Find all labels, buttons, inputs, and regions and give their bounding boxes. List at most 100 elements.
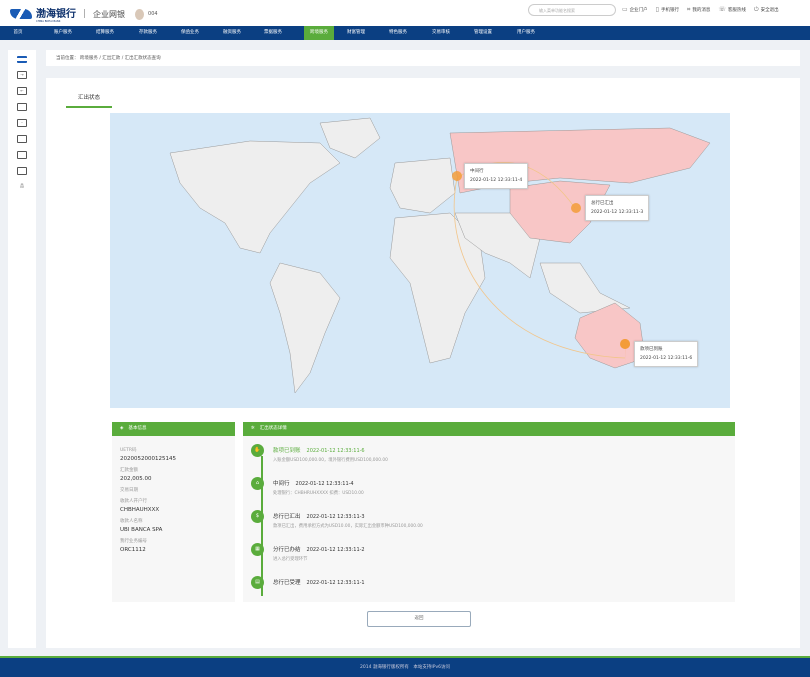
- nav-wealth[interactable]: 财富管理: [341, 26, 371, 40]
- field-label: 收款人名称: [120, 519, 143, 524]
- world-map[interactable]: 中间行 2022-01-12 12:33:11-4 总行已汇出 2022-01-12…: [110, 113, 730, 408]
- nav-bills[interactable]: 票据服务: [258, 26, 288, 40]
- timeline-step: ▦ 分行已办结 2022-01-12 12:33:11-2 进入总行受理环节: [251, 543, 735, 576]
- map-tooltip: 总行已汇出 2022-01-12 12:33:11-3: [585, 195, 650, 221]
- top-links: ▭ 企业门户 ▯ 手机银行 ⌗ 我的消息 ☏ 客服热线 ⏻ 安全退出: [622, 6, 779, 14]
- menu-icon[interactable]: [17, 56, 27, 63]
- main-nav: 首页 账户服务 结算服务 存款服务 保函业务 融资服务 票据服务 跨境服务 财富…: [0, 26, 810, 40]
- tooltip-title: 总行已汇出: [591, 201, 614, 206]
- step-time: 2022-01-12 12:33:11-1: [306, 580, 365, 586]
- nav-user[interactable]: 用户服务: [511, 26, 541, 40]
- marker-head-office: [571, 203, 581, 213]
- timeline-step: ▤ 总行已受理 2022-01-12 12:33:11-1: [251, 576, 735, 609]
- bank-logo[interactable]: 渤海银行 CHINA BOHAI BANK | 企业网银 004: [10, 5, 158, 23]
- step-time: 2022-01-12 12:33:11-3: [306, 514, 365, 520]
- nav-featured[interactable]: 特色服务: [383, 26, 413, 40]
- phone-icon: ▯: [655, 6, 659, 13]
- link-label: 手机银行: [660, 8, 679, 13]
- link-messages[interactable]: ⌗ 我的消息: [687, 6, 710, 14]
- wallet-icon[interactable]: [17, 135, 27, 143]
- tooltip-title: 中间行: [470, 169, 484, 174]
- step-desc: 进入总行受理环节: [273, 557, 308, 562]
- south-america: [269, 262, 341, 394]
- nav-account[interactable]: 账户服务: [48, 26, 78, 40]
- nav-home[interactable]: 首页: [8, 26, 29, 40]
- return-button[interactable]: 返回: [367, 611, 471, 627]
- field-label: 汇款金额: [120, 468, 138, 473]
- nav-guarantee[interactable]: 保函业务: [175, 26, 205, 40]
- layers-icon: ◈: [120, 426, 124, 431]
- money-icon: $: [251, 510, 264, 523]
- step-desc: 入账金额USD100,000.00，境外银行费用USD100,000.00: [273, 458, 388, 463]
- field-label: UETR码: [120, 448, 137, 453]
- nav-settlement[interactable]: 结算服务: [90, 26, 120, 40]
- search-input[interactable]: 输入菜单功能名搜索: [528, 4, 616, 16]
- step-title: 总行已受理: [273, 580, 301, 586]
- nav-financing[interactable]: 融资服务: [217, 26, 247, 40]
- bank-icon: ⌂: [251, 477, 264, 490]
- main-card: 汇出状态 中间行 2022-01-12 12:33:11-4 总行已汇出 202…: [46, 78, 800, 648]
- step-desc: 款项已汇出，费用承担方式为USD10.00，实际汇出金额币种USD100,000…: [273, 524, 423, 529]
- card-icon[interactable]: [17, 103, 27, 111]
- network-icon[interactable]: 品: [17, 183, 27, 191]
- field-value: 2020052000125145: [120, 456, 176, 462]
- header: 渤海银行 CHINA BOHAI BANK | 企业网银 004 输入菜单功能名搜…: [0, 0, 810, 26]
- refresh-icon: ✲: [251, 426, 255, 431]
- folder-icon[interactable]: [17, 167, 27, 175]
- tooltip-time: 2022-01-12 12:33:11-4: [470, 178, 523, 183]
- archive-icon[interactable]: -: [17, 119, 27, 127]
- sidebar: → ← - 品: [8, 50, 36, 648]
- link-mobile[interactable]: ▯ 手机银行: [656, 6, 679, 14]
- basic-info-panel: ◈ 基本信息 UETR码 2020052000125145 汇款金额 202,005.…: [112, 422, 235, 602]
- link-label: 客服热线: [727, 8, 746, 13]
- timeline-step: ⌂ 中间行 2022-01-12 12:33:11-4 处理银行：CHBHRUHXXX…: [251, 477, 735, 510]
- map-tooltip: 款项已到账 2022-01-12 12:33:11-6: [634, 341, 699, 367]
- logout-icon: ⏻: [753, 6, 759, 13]
- tab-remit-status[interactable]: 汇出状态: [66, 93, 112, 108]
- status-timeline: ✋ 款项已到账 2022-01-12 12:33:11-6 入账金额USD100,00…: [243, 436, 735, 609]
- headset-icon: ☏: [718, 6, 726, 13]
- timeline-step: $ 总行已汇出 2022-01-12 12:33:11-3 款项已汇出，费用承担方式为…: [251, 510, 735, 543]
- step-desc: 处理银行：CHBHRUHXXXX 扣费：USD10.00: [273, 491, 364, 496]
- username: 004: [148, 11, 158, 17]
- field-value: CHBHAUHXXX: [120, 507, 160, 513]
- link-logout[interactable]: ⏻ 安全退出: [754, 6, 779, 14]
- message-icon: ⌗: [686, 6, 691, 13]
- step-time: 2022-01-12 12:33:11-4: [295, 481, 354, 487]
- box-icon[interactable]: [17, 151, 27, 159]
- logout-icon[interactable]: ←: [17, 87, 27, 95]
- step-title: 分行已办结: [273, 547, 301, 553]
- step-time: 2022-01-12 12:33:11-6: [306, 448, 365, 454]
- divider: |: [83, 9, 87, 19]
- tooltip-time: 2022-01-12 12:33:11-6: [640, 356, 693, 361]
- marker-intermediary: [452, 171, 462, 181]
- status-detail-panel: ✲ 汇出状态详情 ✋ 款项已到账 2022-01-12 12:33:11-6 入账金额U…: [243, 422, 735, 602]
- field-value: UBI BANCA SPA: [120, 527, 163, 533]
- link-portal[interactable]: ▭ 企业门户: [622, 6, 648, 14]
- europe: [389, 157, 456, 214]
- step-title: 款项已到账: [273, 448, 301, 454]
- panel-title: 基本信息: [128, 426, 147, 431]
- field-value: 202,005.00: [120, 476, 152, 482]
- timeline-step: ✋ 款项已到账 2022-01-12 12:33:11-6 入账金额USD100,00…: [251, 444, 735, 477]
- hand-icon: ✋: [251, 444, 264, 457]
- tooltip-title: 款项已到账: [640, 347, 663, 352]
- panel-title: 汇出状态详情: [259, 426, 287, 431]
- bank-name: 渤海银行: [36, 9, 76, 20]
- footer: 2014 渤海银行版权所有 本站支持IPv6访问: [0, 656, 810, 677]
- nav-settings[interactable]: 管理设置: [468, 26, 498, 40]
- logo-icon: [10, 9, 32, 19]
- step-time: 2022-01-12 12:33:11-2: [306, 547, 365, 553]
- step-title: 总行已汇出: [273, 514, 301, 520]
- clipboard-icon: ▤: [251, 576, 264, 589]
- login-icon[interactable]: →: [17, 71, 27, 79]
- nav-deposit[interactable]: 存款服务: [133, 26, 163, 40]
- avatar[interactable]: [135, 8, 145, 20]
- link-label: 我的消息: [692, 8, 711, 13]
- panel-header: ◈ 基本信息: [112, 422, 235, 436]
- breadcrumb: 当前位置： 跨境服务 / 汇出汇款 / 汇出汇款状态查询: [46, 50, 800, 66]
- nav-cross-border[interactable]: 跨境服务: [304, 26, 334, 40]
- link-hotline[interactable]: ☏ 客服热线: [718, 6, 746, 14]
- portal-name: 企业网银: [93, 9, 126, 19]
- nav-audit[interactable]: 交易审核: [426, 26, 456, 40]
